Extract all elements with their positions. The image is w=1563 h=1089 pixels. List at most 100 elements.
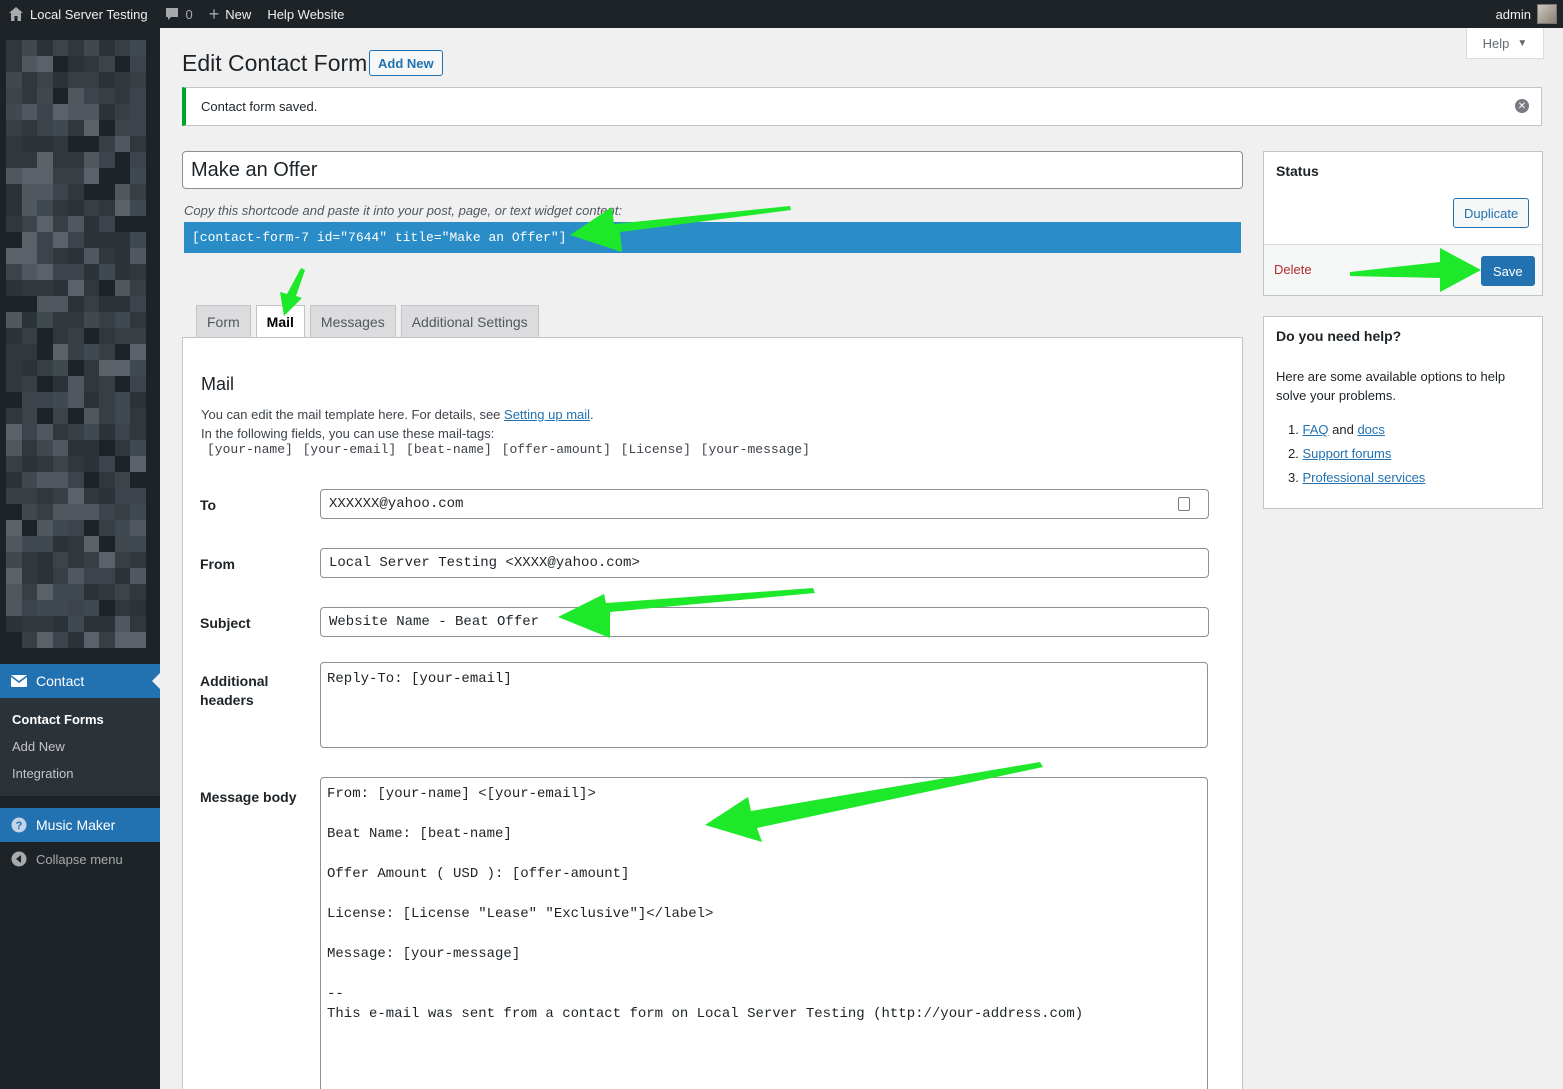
shortcode-field[interactable]: [contact-form-7 id="7644" title="Make an… <box>184 222 1241 253</box>
tab-mail[interactable]: Mail <box>255 305 305 338</box>
additional-headers-textarea[interactable]: Reply-To: [your-email] <box>320 662 1208 748</box>
pixel-block <box>37 184 53 200</box>
pixel-block <box>68 504 84 520</box>
contact-submenu: Contact Forms Add New Integration <box>0 698 160 796</box>
pixel-block <box>52 264 69 280</box>
pixel-block <box>68 232 84 248</box>
tab-messages[interactable]: Messages <box>309 305 396 337</box>
pixel-block <box>6 312 22 328</box>
site-name-label: Local Server Testing <box>30 6 148 22</box>
pixel-block <box>6 440 22 456</box>
pixel-block <box>37 136 53 152</box>
pixel-block <box>114 440 131 456</box>
faq-link[interactable]: FAQ <box>1302 422 1328 437</box>
pixel-block <box>52 104 69 120</box>
pixel-block <box>21 520 38 536</box>
new-content-link[interactable]: + New <box>201 0 260 28</box>
message-body-textarea[interactable]: From: [your-name] <[your-email]> Beat Na… <box>320 777 1208 1089</box>
dismiss-icon[interactable]: ✕ <box>1515 99 1529 113</box>
professional-services-link[interactable]: Professional services <box>1302 470 1425 485</box>
pixel-block <box>99 280 115 296</box>
pixel-block <box>99 200 115 216</box>
pixel-block <box>114 376 131 392</box>
pixel-block <box>83 296 100 312</box>
pixel-block <box>68 184 84 200</box>
pixel-block <box>99 504 115 520</box>
pixel-block <box>99 184 115 200</box>
pixel-block <box>130 536 146 552</box>
comments-link[interactable]: 0 <box>156 0 201 28</box>
pixel-block <box>6 72 22 88</box>
pixel-block <box>130 552 146 568</box>
pixel-block <box>52 520 69 536</box>
pixel-block <box>83 584 100 600</box>
pixel-block <box>83 568 100 584</box>
pixel-block <box>52 296 69 312</box>
pixel-block <box>68 72 84 88</box>
pixel-block <box>130 168 146 184</box>
sidebar-item-music-maker[interactable]: ? Music Maker <box>0 808 160 842</box>
submenu-add-new[interactable]: Add New <box>0 733 160 760</box>
help-website-link[interactable]: Help Website <box>259 0 352 28</box>
to-label: To <box>200 497 217 513</box>
pixel-block <box>68 328 84 344</box>
pixel-block <box>6 536 22 552</box>
subject-input[interactable]: Website Name - Beat Offer <box>320 607 1209 637</box>
pixel-block <box>130 424 146 440</box>
pixel-block <box>6 632 22 648</box>
pixel-block <box>130 104 146 120</box>
add-new-button[interactable]: Add New <box>369 50 443 76</box>
site-name-link[interactable]: Local Server Testing <box>0 0 156 28</box>
pixel-block <box>21 408 38 424</box>
pixel-block <box>52 424 69 440</box>
pixel-block <box>130 296 146 312</box>
pixel-block <box>37 552 53 568</box>
pixel-block <box>68 168 84 184</box>
pixel-block <box>83 264 100 280</box>
submenu-contact-forms[interactable]: Contact Forms <box>0 706 160 733</box>
from-input[interactable]: Local Server Testing <XXXX@yahoo.com> <box>320 548 1209 578</box>
setting-up-mail-link[interactable]: Setting up mail <box>504 407 590 422</box>
pixel-block <box>99 488 115 504</box>
collapse-menu-button[interactable]: Collapse menu <box>0 846 160 872</box>
help-tab-button[interactable]: Help ▼ <box>1466 28 1544 59</box>
pixel-block <box>37 504 53 520</box>
pixel-block <box>37 200 53 216</box>
subject-label: Subject <box>200 615 251 631</box>
duplicate-button[interactable]: Duplicate <box>1453 198 1530 228</box>
pixel-block <box>130 72 146 88</box>
pixel-block <box>83 536 100 552</box>
headers-label-line2: headers <box>200 692 254 708</box>
submenu-integration[interactable]: Integration <box>0 760 160 787</box>
support-forums-link[interactable]: Support forums <box>1302 446 1391 461</box>
save-button[interactable]: Save <box>1481 256 1535 286</box>
pixel-block <box>114 168 131 184</box>
pixel-block <box>21 72 38 88</box>
help-box: Do you need help? Here are some availabl… <box>1263 316 1543 509</box>
pixel-block <box>99 88 115 104</box>
list-item: 2. Support forums <box>1288 446 1392 461</box>
pixel-block <box>114 152 131 168</box>
sidebar-item-contact[interactable]: Contact <box>0 664 160 698</box>
delete-link[interactable]: Delete <box>1274 262 1312 277</box>
docs-link[interactable]: docs <box>1357 422 1384 437</box>
avatar[interactable] <box>1537 4 1557 24</box>
pixel-block <box>6 408 22 424</box>
contact-card-icon[interactable] <box>1178 497 1190 511</box>
pixel-block <box>68 360 84 376</box>
pixel-block <box>37 296 53 312</box>
pixel-block <box>68 536 84 552</box>
form-title-input[interactable]: Make an Offer <box>182 151 1243 189</box>
pixel-block <box>21 632 38 648</box>
pixel-block <box>114 360 131 376</box>
tab-form[interactable]: Form <box>196 305 251 337</box>
pixel-block <box>83 56 100 72</box>
user-name[interactable]: admin <box>1496 7 1531 22</box>
pixel-block <box>6 600 22 616</box>
pixel-block <box>68 616 84 632</box>
pixel-block <box>52 632 69 648</box>
status-box-footer: Delete Save <box>1264 244 1542 295</box>
pixel-block <box>83 104 100 120</box>
to-input[interactable]: XXXXXX@yahoo.com <box>320 489 1209 519</box>
tab-additional-settings[interactable]: Additional Settings <box>400 305 539 337</box>
